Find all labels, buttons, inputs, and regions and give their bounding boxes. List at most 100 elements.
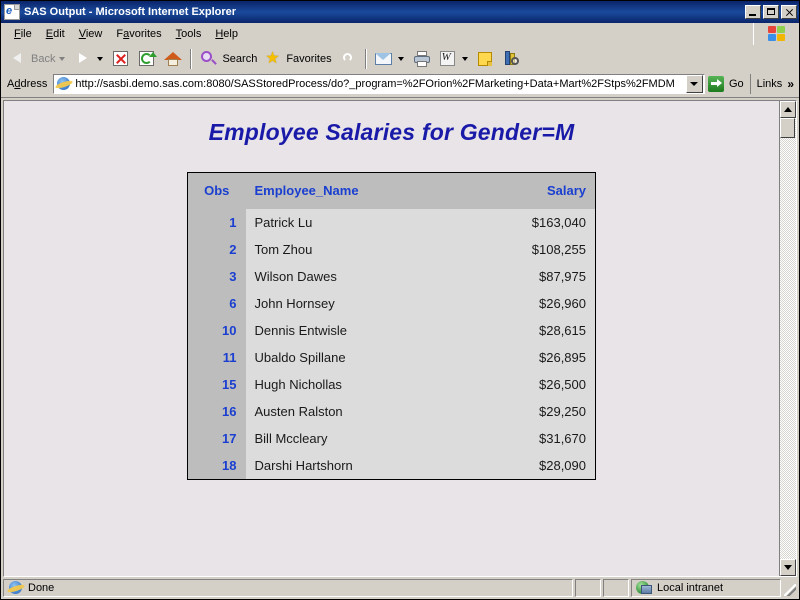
address-url-text: http://sasbi.demo.sas.com:8080/SASStored… xyxy=(75,78,675,90)
cell-employee-name: Patrick Lu xyxy=(245,208,478,236)
menu-item-favorites[interactable]: Favorites xyxy=(109,25,168,43)
mail-icon xyxy=(374,49,394,69)
window-controls xyxy=(745,5,797,19)
windows-flag-icon xyxy=(753,23,799,45)
scroll-thumb[interactable] xyxy=(780,118,795,138)
scroll-down-button[interactable] xyxy=(780,559,796,576)
menu-item-help[interactable]: Help xyxy=(208,25,245,43)
go-button[interactable]: Go xyxy=(705,75,750,93)
stop-icon xyxy=(111,49,131,69)
messenger-button[interactable] xyxy=(473,47,499,71)
cell-obs: 1 xyxy=(187,208,246,236)
forward-arrow-icon xyxy=(73,49,93,69)
table-row: 10 Dennis Entwisle $28,615 xyxy=(187,316,596,344)
cell-salary: $163,040 xyxy=(477,208,596,236)
mail-dropdown-icon[interactable] xyxy=(397,57,404,61)
menu-bar: File Edit View Favorites Tools Help xyxy=(1,23,799,45)
edit-icon: W xyxy=(438,49,458,69)
links-chevron-icon[interactable]: » xyxy=(787,77,794,91)
column-header-obs: Obs xyxy=(187,172,246,209)
title-bar: e SAS Output - Microsoft Internet Explor… xyxy=(1,1,799,23)
cell-salary: $28,090 xyxy=(477,451,596,479)
window-title: SAS Output - Microsoft Internet Explorer xyxy=(24,6,237,18)
cell-salary: $26,895 xyxy=(477,343,596,371)
minimize-button[interactable] xyxy=(745,5,761,19)
status-panel-2 xyxy=(603,579,629,597)
back-label: Back xyxy=(31,53,56,65)
table-row: 2 Tom Zhou $108,255 xyxy=(187,235,596,263)
cell-obs: 16 xyxy=(187,397,246,425)
back-dropdown-icon[interactable] xyxy=(59,57,66,61)
cell-salary: $29,250 xyxy=(477,397,596,425)
menu-item-tools[interactable]: Tools xyxy=(169,25,209,43)
table-row: 16 Austen Ralston $29,250 xyxy=(187,397,596,425)
page-title: Employee Salaries for Gender=M xyxy=(208,119,575,145)
security-zone-panel[interactable]: Local intranet xyxy=(631,579,781,597)
ie-globe-icon xyxy=(55,76,74,92)
address-label: Address xyxy=(7,78,48,90)
print-button[interactable] xyxy=(409,47,435,71)
favorites-button[interactable]: ★ Favorites xyxy=(260,47,334,71)
back-button[interactable]: Back xyxy=(5,47,70,71)
search-button[interactable]: Search xyxy=(196,47,260,71)
cell-salary: $26,500 xyxy=(477,370,596,398)
close-button[interactable] xyxy=(781,5,797,19)
cell-obs: 3 xyxy=(187,262,246,290)
cell-obs: 6 xyxy=(187,289,246,317)
resize-grip[interactable] xyxy=(783,579,797,597)
table-row: 3 Wilson Dawes $87,975 xyxy=(187,262,596,290)
star-icon: ★ xyxy=(265,50,280,67)
history-icon xyxy=(338,49,358,69)
links-button[interactable]: Links » xyxy=(749,74,797,94)
forward-button[interactable] xyxy=(70,47,108,71)
menu-item-edit[interactable]: Edit xyxy=(39,25,72,43)
cell-employee-name: Bill Mccleary xyxy=(245,424,478,452)
maximize-button[interactable] xyxy=(763,5,779,19)
home-button[interactable] xyxy=(160,47,186,71)
menu-item-view[interactable]: View xyxy=(72,25,110,43)
address-input[interactable]: http://sasbi.demo.sas.com:8080/SASStored… xyxy=(53,74,705,94)
cell-employee-name: Ubaldo Spillane xyxy=(245,343,478,371)
links-label: Links xyxy=(756,78,783,90)
mail-button[interactable] xyxy=(371,47,409,71)
table-row: 1 Patrick Lu $163,040 xyxy=(187,208,596,236)
cell-employee-name: Darshi Hartshorn xyxy=(245,451,478,479)
toolbar-separator-2 xyxy=(364,49,367,69)
cell-salary: $87,975 xyxy=(477,262,596,290)
cell-salary: $26,960 xyxy=(477,289,596,317)
history-button[interactable] xyxy=(335,47,361,71)
cell-employee-name: Wilson Dawes xyxy=(245,262,478,290)
forward-dropdown-icon[interactable] xyxy=(97,57,104,61)
cell-obs: 18 xyxy=(187,451,246,479)
refresh-icon xyxy=(137,49,158,69)
document-viewport: Employee Salaries for Gender=M Obs Emplo… xyxy=(4,101,779,576)
go-arrow-icon xyxy=(707,75,725,93)
cell-employee-name: Austen Ralston xyxy=(245,397,478,425)
salary-table: Obs Employee_Name Salary 1 Patrick Lu $163… xyxy=(187,172,596,480)
toolbar: Back Search ★ Favorites W xyxy=(1,45,799,73)
favorites-label: Favorites xyxy=(286,53,332,65)
status-message-panel: Done xyxy=(3,579,573,597)
notes-icon xyxy=(476,49,496,69)
scroll-track[interactable] xyxy=(780,118,796,559)
research-button[interactable] xyxy=(499,47,525,71)
menu-item-file[interactable]: File xyxy=(7,25,39,43)
scroll-up-button[interactable] xyxy=(780,101,796,118)
table-row: 11 Ubaldo Spillane $26,895 xyxy=(187,343,596,371)
chevron-down-icon xyxy=(690,82,699,86)
refresh-button[interactable] xyxy=(134,47,160,71)
address-bar: Address http://sasbi.demo.sas.com:8080/S… xyxy=(1,73,799,97)
vertical-scrollbar[interactable] xyxy=(779,101,796,576)
search-icon xyxy=(199,49,219,69)
table-row: 18 Darshi Hartshorn $28,090 xyxy=(187,451,596,479)
table-header-row: Obs Employee_Name Salary xyxy=(187,172,596,209)
go-label: Go xyxy=(728,78,744,90)
local-intranet-icon xyxy=(636,580,652,596)
stop-button[interactable] xyxy=(108,47,134,71)
cell-employee-name: Hugh Nichollas xyxy=(245,370,478,398)
cell-obs: 10 xyxy=(187,316,246,344)
edit-dropdown-icon[interactable] xyxy=(461,57,468,61)
edit-button[interactable]: W xyxy=(435,47,473,71)
cell-salary: $28,615 xyxy=(477,316,596,344)
address-dropdown-button[interactable] xyxy=(685,75,703,93)
